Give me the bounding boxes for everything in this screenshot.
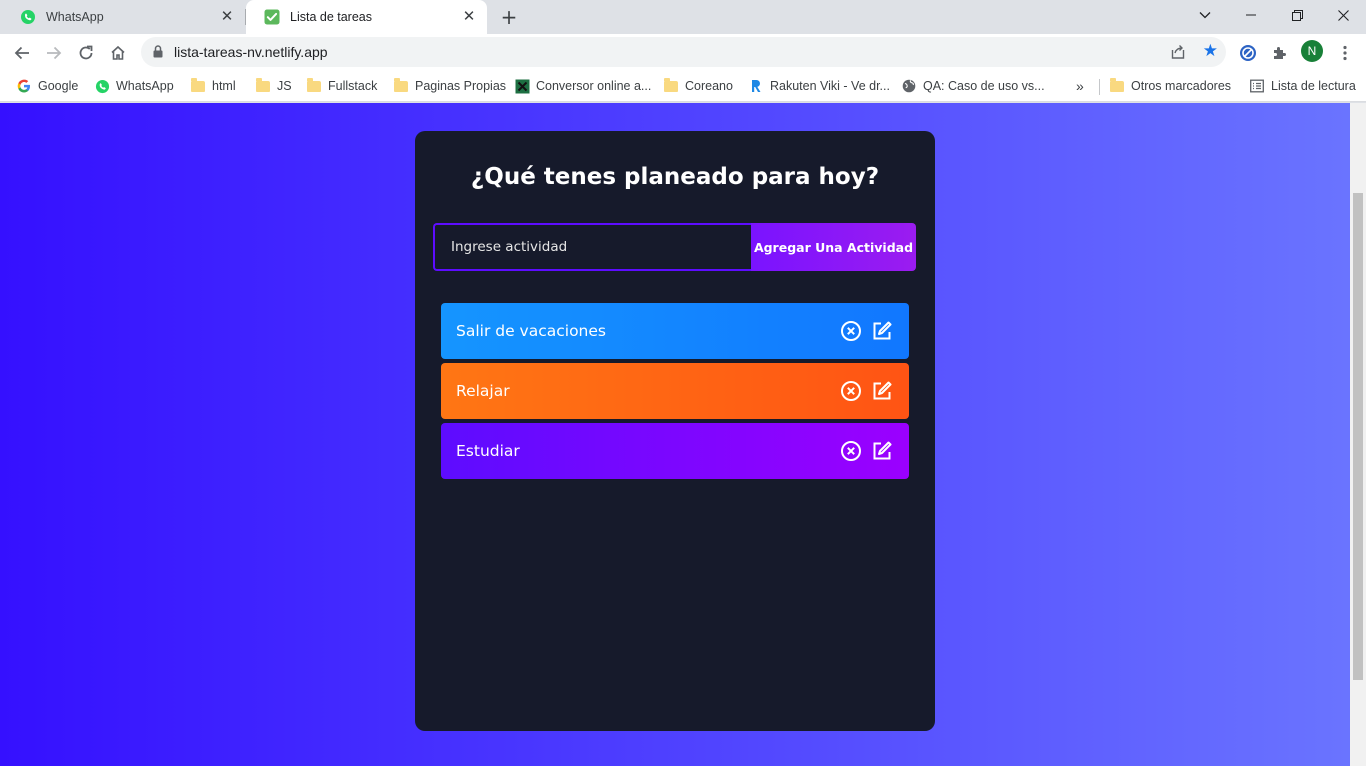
forward-icon[interactable] (40, 39, 68, 67)
tab-search-icon[interactable] (1182, 0, 1228, 30)
add-task-button[interactable]: Agregar Una Actividad (751, 223, 916, 271)
tab-title: Lista de tareas (290, 10, 372, 24)
bookmark-qa[interactable]: QA: Caso de uso vs... (901, 77, 1045, 95)
bookmark-label: Rakuten Viki - Ve dr... (770, 79, 890, 93)
task-input[interactable] (433, 223, 751, 271)
restore-button[interactable] (1274, 0, 1320, 30)
extension-icon[interactable] (1234, 39, 1262, 67)
new-tab-button[interactable]: + (497, 5, 521, 29)
reading-list-icon (1249, 78, 1265, 94)
bookmark-folder-js[interactable]: JS (255, 77, 292, 95)
delete-circle-x-icon[interactable] (840, 380, 862, 402)
more-bookmarks-icon[interactable]: » (1076, 77, 1084, 95)
delete-circle-x-icon[interactable] (840, 320, 862, 342)
edit-icon[interactable] (871, 320, 893, 342)
folder-icon (1109, 77, 1125, 94)
browser-toolbar: lista-tareas-nv.netlify.app ★ (0, 34, 1366, 71)
bookmark-label: Coreano (685, 79, 733, 93)
todo-app-card: ¿Qué tenes planeado para hoy? Agregar Un… (415, 131, 935, 731)
tab-lista-de-tareas[interactable]: Lista de tareas ✕ (246, 0, 487, 34)
bookmark-label: JS (277, 79, 292, 93)
page-scrollbar[interactable] (1350, 103, 1366, 766)
folder-icon (393, 77, 409, 94)
bookmark-label: Conversor online a... (536, 79, 652, 93)
task-form: Agregar Una Actividad (433, 223, 916, 271)
bookmark-label: QA: Caso de uso vs... (923, 79, 1045, 93)
bookmark-rakuten-viki[interactable]: Rakuten Viki - Ve dr... (748, 77, 890, 95)
spreadsheet-icon (514, 78, 530, 94)
bookmark-label: Lista de lectura (1271, 79, 1356, 93)
edit-icon[interactable] (871, 380, 893, 402)
globe-icon (901, 78, 917, 94)
google-icon (16, 78, 32, 94)
bookmark-google[interactable]: Google (16, 77, 78, 95)
bookmark-conversor[interactable]: Conversor online a... (514, 77, 651, 95)
folder-icon (663, 77, 679, 94)
folder-icon (306, 77, 322, 94)
tab-strip: WhatsApp ✕ Lista de tareas ✕ + (0, 0, 1366, 34)
bookmark-label: WhatsApp (116, 79, 174, 93)
task-item: Estudiar (441, 423, 909, 479)
folder-icon (190, 77, 206, 94)
bookmark-folder-fullstack[interactable]: Fullstack (306, 77, 377, 95)
close-window-button[interactable] (1320, 0, 1366, 30)
home-icon[interactable] (104, 39, 132, 67)
bookmark-star-icon[interactable]: ★ (1203, 43, 1218, 60)
task-text[interactable]: Relajar (456, 382, 510, 400)
bookmark-label: Paginas Propias (415, 79, 507, 93)
close-tab-icon[interactable]: ✕ (219, 9, 235, 25)
reload-icon[interactable] (72, 39, 100, 67)
bookmark-folder-html[interactable]: html (190, 77, 236, 95)
edit-icon[interactable] (871, 440, 893, 462)
profile-avatar[interactable]: N (1301, 40, 1323, 62)
menu-icon[interactable] (1331, 39, 1359, 67)
bookmarks-separator (1099, 79, 1100, 95)
whatsapp-icon (20, 9, 36, 25)
back-icon[interactable] (8, 39, 36, 67)
bookmark-label: Google (38, 79, 79, 93)
task-text[interactable]: Estudiar (456, 442, 520, 460)
minimize-button[interactable] (1228, 0, 1274, 30)
bookmark-label: Fullstack (328, 79, 378, 93)
close-tab-icon[interactable]: ✕ (461, 9, 477, 25)
rakuten-icon (748, 78, 764, 94)
task-item: Salir de vacaciones (441, 303, 909, 359)
bookmarks-bar: Google WhatsApp html JS Fullstack Pagina… (0, 71, 1366, 102)
puzzle-icon[interactable] (1266, 39, 1294, 67)
bookmark-label: html (212, 79, 236, 93)
page-viewport: ¿Qué tenes planeado para hoy? Agregar Un… (0, 103, 1350, 766)
task-list: Salir de vacaciones Relajar Estudiar (441, 303, 909, 483)
delete-circle-x-icon[interactable] (840, 440, 862, 462)
task-text[interactable]: Salir de vacaciones (456, 322, 606, 340)
page-title: ¿Qué tenes planeado para hoy? (470, 164, 880, 190)
bookmark-folder-coreano[interactable]: Coreano (663, 77, 733, 95)
lock-icon (153, 45, 163, 61)
reading-list-button[interactable]: Lista de lectura (1249, 77, 1356, 95)
folder-icon (255, 77, 271, 94)
bookmark-folder-otros-marcadores[interactable]: Otros marcadores (1109, 77, 1231, 95)
checkmark-icon (264, 9, 280, 25)
bookmark-folder-paginas-propias[interactable]: Paginas Propias (393, 77, 506, 95)
scrollbar-thumb[interactable] (1353, 193, 1363, 680)
tab-whatsapp[interactable]: WhatsApp ✕ (2, 0, 245, 34)
bookmark-whatsapp[interactable]: WhatsApp (94, 77, 174, 95)
whatsapp-icon (94, 78, 110, 94)
tab-title: WhatsApp (46, 10, 104, 24)
address-bar[interactable]: lista-tareas-nv.netlify.app ★ (141, 37, 1226, 67)
bookmark-label: Otros marcadores (1131, 79, 1232, 93)
url-text: lista-tareas-nv.netlify.app (174, 44, 328, 60)
share-icon[interactable] (1170, 44, 1186, 63)
task-item: Relajar (441, 363, 909, 419)
